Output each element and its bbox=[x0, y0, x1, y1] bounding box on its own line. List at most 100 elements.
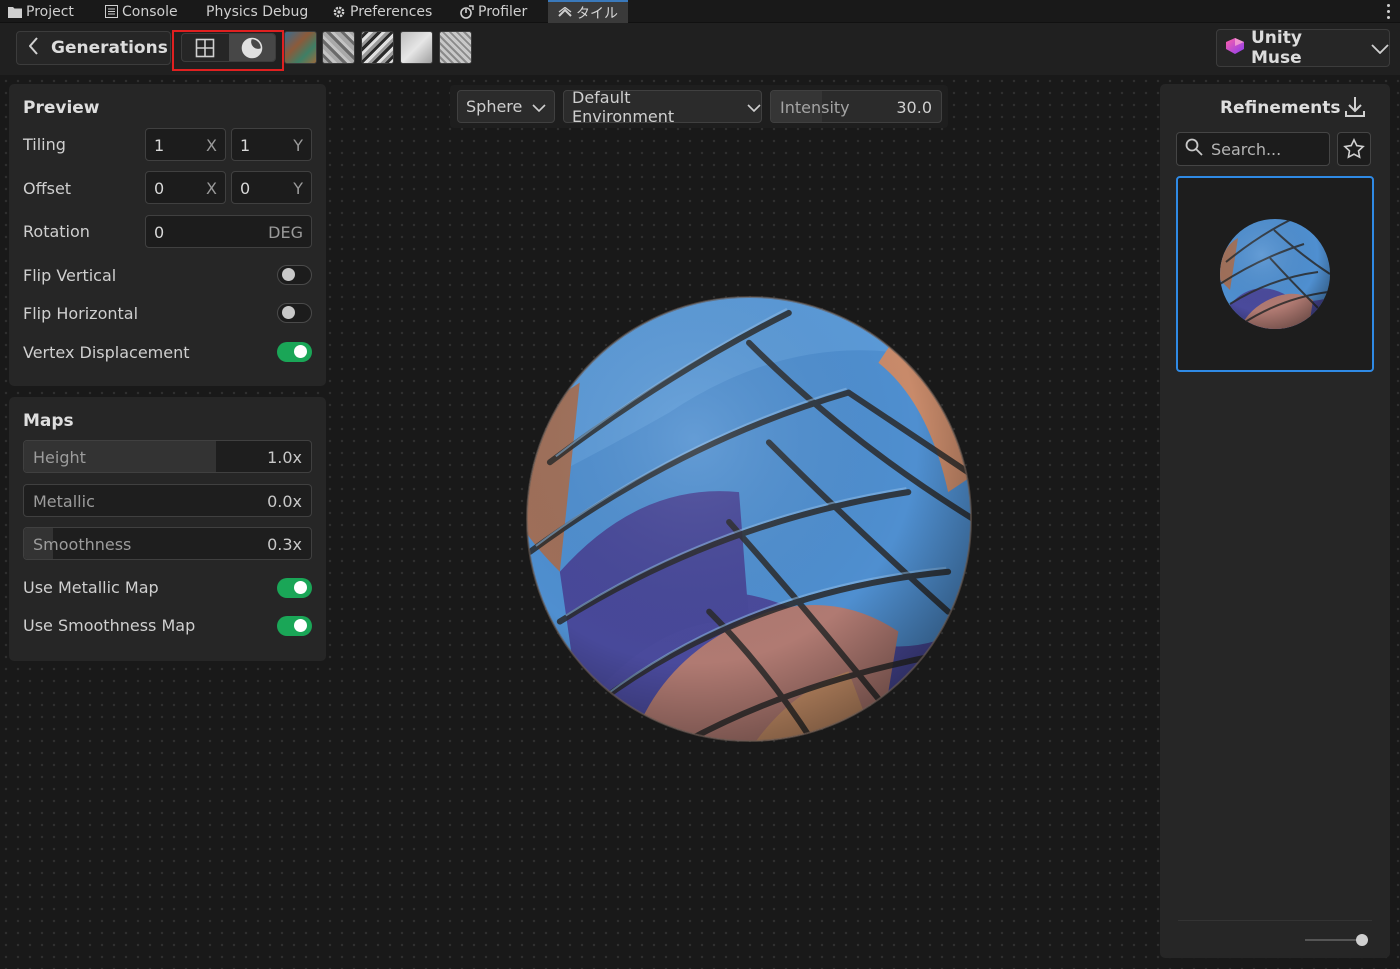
preview-panel: Preview Tiling 1 X 1 Y Offset 0 X 0 Y Ro… bbox=[9, 84, 326, 386]
tab-label: Console bbox=[122, 3, 178, 20]
offset-x-value: 0 bbox=[154, 179, 165, 198]
use-smoothness-map-label: Use Smoothness Map bbox=[23, 616, 196, 635]
metallic-value: 0.0x bbox=[267, 492, 302, 511]
rotation-field[interactable]: 0 DEG bbox=[145, 215, 312, 248]
star-icon bbox=[1343, 138, 1365, 159]
profiler-icon bbox=[460, 4, 474, 19]
material-sphere-icon bbox=[241, 37, 263, 58]
height-value: 1.0x bbox=[267, 448, 302, 467]
tab-label: タイル bbox=[576, 5, 618, 22]
muse-button-label: Unity Muse bbox=[1251, 28, 1302, 68]
grid-icon bbox=[195, 38, 215, 57]
environment-dropdown[interactable]: Default Environment bbox=[563, 87, 762, 126]
tab-physics-debug[interactable]: Physics Debug bbox=[206, 0, 308, 23]
height-label: Height bbox=[33, 448, 86, 467]
material-preview-button[interactable] bbox=[228, 34, 275, 61]
offset-y-field[interactable]: 0 Y bbox=[231, 171, 312, 204]
smoothness-value: 0.3x bbox=[267, 535, 302, 554]
maps-title: Maps bbox=[23, 411, 74, 431]
smoothness-slider[interactable]: Smoothness 0.3x bbox=[23, 527, 312, 560]
refinements-title: Refinements bbox=[1220, 98, 1341, 118]
muse-texture-icon bbox=[558, 6, 572, 20]
unity-muse-button[interactable]: Unity Muse bbox=[1216, 28, 1390, 68]
download-icon[interactable] bbox=[1343, 95, 1367, 123]
panel-divider bbox=[1178, 920, 1372, 921]
chevron-down-icon bbox=[532, 97, 546, 116]
rotation-label: Rotation bbox=[23, 222, 90, 241]
flip-horizontal-toggle[interactable] bbox=[277, 303, 312, 323]
tiling-x-field[interactable]: 1 X bbox=[145, 128, 226, 161]
y-suffix: Y bbox=[293, 136, 303, 155]
flip-vertical-toggle[interactable] bbox=[277, 265, 312, 285]
refinement-item-selected[interactable] bbox=[1176, 176, 1374, 372]
environment-value: Default Environment bbox=[572, 87, 675, 126]
tab-label: Project bbox=[26, 3, 74, 20]
tab-profiler[interactable]: Profiler bbox=[460, 0, 527, 23]
search-placeholder: Search... bbox=[1211, 139, 1282, 159]
refinement-thumbnail bbox=[1220, 219, 1330, 329]
deg-suffix: DEG bbox=[268, 223, 303, 242]
chevron-down-icon bbox=[1371, 39, 1389, 58]
metallic-label: Metallic bbox=[33, 492, 95, 511]
x-suffix: X bbox=[206, 136, 217, 155]
console-icon bbox=[104, 5, 118, 19]
shape-value: Sphere bbox=[466, 97, 523, 116]
toolbar: Generations Unity Muse bbox=[0, 23, 1400, 75]
back-button-label: Generations bbox=[51, 38, 168, 58]
intensity-value: 30.0 bbox=[896, 98, 932, 117]
thumbnail-size-slider-handle[interactable] bbox=[1356, 934, 1368, 946]
offset-label: Offset bbox=[23, 179, 72, 198]
shape-dropdown[interactable]: Sphere bbox=[457, 90, 555, 123]
tiling-y-value: 1 bbox=[240, 136, 251, 155]
tab-muse-texture[interactable]: タイル bbox=[548, 0, 628, 23]
flip-horizontal-label: Flip Horizontal bbox=[23, 304, 139, 323]
favorites-button[interactable] bbox=[1337, 132, 1371, 166]
tab-console[interactable]: Console bbox=[104, 0, 178, 23]
tab-label: Profiler bbox=[478, 3, 528, 20]
folder-icon bbox=[8, 5, 22, 19]
tab-project[interactable]: Project bbox=[8, 0, 74, 23]
generation-thumbnail[interactable] bbox=[284, 31, 317, 64]
material-sphere-preview[interactable] bbox=[520, 293, 978, 751]
tab-preferences[interactable]: Preferences bbox=[332, 0, 432, 23]
intensity-slider[interactable]: Intensity 30.0 bbox=[770, 90, 942, 123]
grid-view-button[interactable] bbox=[182, 34, 229, 61]
editor-tab-bar: Project Console Physics Debug Preference… bbox=[0, 0, 1400, 23]
metallic-map-thumbnail[interactable] bbox=[400, 31, 433, 64]
vertex-displacement-toggle[interactable] bbox=[277, 342, 312, 362]
chevron-down-icon bbox=[747, 97, 761, 116]
view-mode-toggle[interactable] bbox=[181, 33, 276, 62]
normal-map-thumbnail[interactable] bbox=[361, 31, 394, 64]
search-icon bbox=[1185, 138, 1203, 160]
viewport-controls: Sphere Default Environment Intensity 30.… bbox=[450, 85, 948, 128]
tiling-label: Tiling bbox=[23, 135, 66, 154]
y-suffix: Y bbox=[293, 179, 303, 198]
tab-label: Preferences bbox=[350, 3, 433, 20]
use-metallic-map-toggle[interactable] bbox=[277, 578, 312, 598]
x-suffix: X bbox=[206, 179, 217, 198]
refinements-search-input[interactable]: Search... bbox=[1176, 132, 1330, 166]
smoothness-map-thumbnail[interactable] bbox=[439, 31, 472, 64]
preview-title: Preview bbox=[23, 98, 100, 118]
refinements-panel: Refinements Search... bbox=[1160, 84, 1390, 958]
offset-y-value: 0 bbox=[240, 179, 251, 198]
height-map-thumbnail[interactable] bbox=[322, 31, 355, 64]
height-slider[interactable]: Height 1.0x bbox=[23, 440, 312, 473]
muse-logo-icon bbox=[1225, 37, 1245, 59]
rotation-value: 0 bbox=[154, 223, 165, 242]
use-smoothness-map-toggle[interactable] bbox=[277, 616, 312, 636]
metallic-slider[interactable]: Metallic 0.0x bbox=[23, 484, 312, 517]
maps-panel: Maps Height 1.0x Metallic 0.0x Smoothnes… bbox=[9, 397, 326, 661]
tiling-x-value: 1 bbox=[154, 136, 165, 155]
back-to-generations-button[interactable]: Generations bbox=[16, 31, 171, 65]
tiling-y-field[interactable]: 1 Y bbox=[231, 128, 312, 161]
intensity-label: Intensity bbox=[780, 98, 850, 117]
chevron-left-icon bbox=[28, 37, 39, 59]
vertex-displacement-label: Vertex Displacement bbox=[23, 343, 190, 362]
use-metallic-map-label: Use Metallic Map bbox=[23, 578, 159, 597]
gear-icon bbox=[332, 5, 346, 19]
offset-x-field[interactable]: 0 X bbox=[145, 171, 226, 204]
more-options-icon[interactable] bbox=[1384, 2, 1392, 20]
thumbnail-size-slider[interactable] bbox=[1305, 939, 1361, 941]
tab-label: Physics Debug bbox=[206, 3, 309, 20]
